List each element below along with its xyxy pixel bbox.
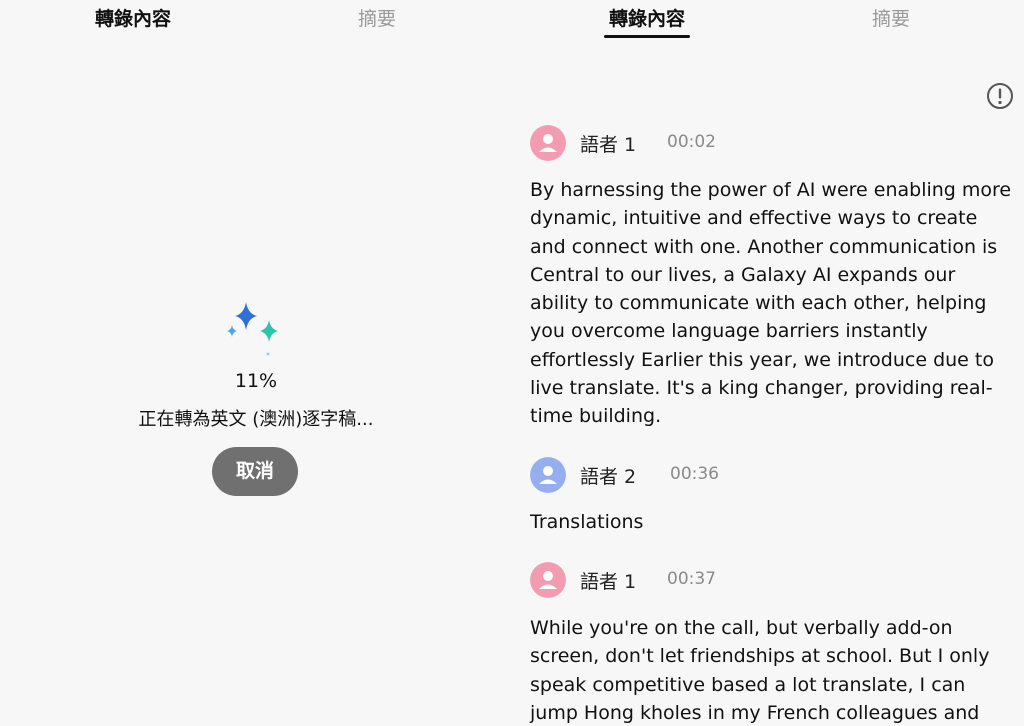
avatar-icon	[530, 457, 566, 493]
avatar-icon	[530, 125, 566, 161]
tab-summary[interactable]: 摘要	[350, 6, 404, 38]
transcript-text: While you're on the call, but verbally a…	[530, 617, 990, 724]
transcript-text: Translations	[530, 511, 644, 533]
tab-bar: 轉錄內容 摘要	[0, 0, 512, 44]
tab-transcript-label: 轉錄內容	[608, 8, 685, 30]
right-pane: 轉錄內容 摘要 語者 1 00:02 By harnessing the pow…	[512, 0, 1024, 726]
ai-sparkle-icon	[227, 302, 278, 356]
tab-transcript[interactable]: 轉錄內容	[604, 6, 690, 38]
avatar-icon	[530, 562, 566, 598]
tab-summary[interactable]: 摘要	[864, 6, 918, 38]
left-pane: 轉錄內容 摘要 11% 正在轉為英文 (澳洲)逐字稿... 取消	[0, 0, 512, 726]
progress-status: 正在轉為英文 (澳洲)逐字稿...	[138, 409, 374, 430]
active-tab-indicator	[604, 35, 690, 38]
speaker-name: 語者 1	[580, 134, 637, 156]
transcript-text: By harnessing the power of AI were enabl…	[530, 179, 1012, 428]
cancel-button[interactable]: 取消	[212, 447, 298, 496]
tab-bar: 轉錄內容 摘要	[512, 0, 1024, 44]
timestamp: 00:02	[667, 132, 716, 152]
speaker-name: 語者 1	[580, 571, 637, 593]
info-circle-icon[interactable]	[986, 82, 1014, 110]
speaker-header: 語者 1 00:02	[530, 125, 730, 161]
speaker-header: 語者 2 00:36	[530, 457, 730, 493]
timestamp: 00:36	[670, 464, 719, 484]
tab-transcript[interactable]: 轉錄內容	[86, 6, 180, 38]
progress-percent: 11%	[234, 370, 278, 392]
speaker-header: 語者 1 00:37	[530, 562, 730, 598]
timestamp: 00:37	[667, 569, 716, 589]
speaker-name: 語者 2	[580, 466, 637, 488]
